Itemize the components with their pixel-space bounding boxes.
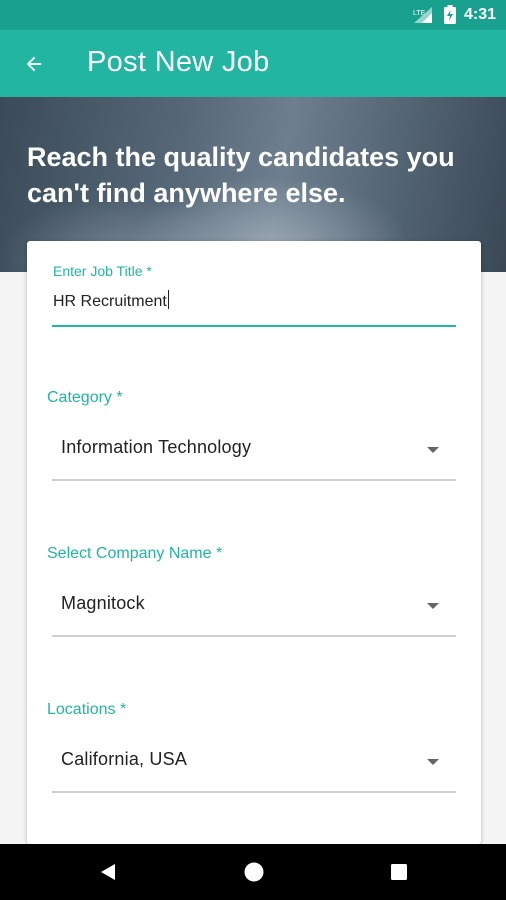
location-label: Locations * xyxy=(47,701,127,718)
svg-text:LTE: LTE xyxy=(413,10,426,17)
dropdown-arrow-icon xyxy=(427,603,439,609)
job-title-label: Enter Job Title * xyxy=(53,263,152,279)
hero-tagline: Reach the quality candidates you can't f… xyxy=(27,142,455,208)
company-value: Magnitock xyxy=(61,593,145,613)
company-label: Select Company Name * xyxy=(47,545,223,562)
status-time: 4:31 xyxy=(464,6,497,23)
system-nav-bar xyxy=(0,844,506,900)
square-recents-icon xyxy=(391,864,407,880)
category-underline xyxy=(52,479,456,481)
category-label: Category * xyxy=(47,389,123,406)
triangle-back-icon xyxy=(101,864,115,880)
back-button[interactable] xyxy=(20,50,48,78)
signal-icon: LTE xyxy=(413,7,432,23)
dropdown-arrow-icon xyxy=(427,759,439,765)
category-dropdown[interactable]: Information Technology xyxy=(52,419,456,481)
location-underline xyxy=(52,791,456,793)
arrow-left-icon xyxy=(26,56,42,72)
job-title-underline xyxy=(52,325,456,327)
nav-recents-button[interactable] xyxy=(385,858,413,886)
job-title-input[interactable]: HR Recruitment xyxy=(52,287,456,325)
circle-home-icon xyxy=(244,862,264,882)
location-value: California, USA xyxy=(61,749,188,769)
page-title: Post New Job xyxy=(87,46,270,78)
nav-back-button[interactable] xyxy=(94,858,122,886)
category-value: Information Technology xyxy=(61,437,252,457)
company-dropdown[interactable]: Magnitock xyxy=(52,575,456,637)
job-title-value: HR Recruitment xyxy=(53,290,170,311)
job-form-card: Enter Job Title * HR Recruitment Categor… xyxy=(27,241,481,844)
text-cursor xyxy=(167,290,170,309)
dropdown-arrow-icon xyxy=(427,447,439,453)
status-bar: LTE 4:31 xyxy=(0,0,506,30)
nav-home-button[interactable] xyxy=(240,858,268,886)
location-dropdown[interactable]: California, USA xyxy=(52,731,456,793)
company-underline xyxy=(52,635,456,637)
battery-icon xyxy=(444,5,456,24)
app-bar: Post New Job xyxy=(0,30,506,97)
